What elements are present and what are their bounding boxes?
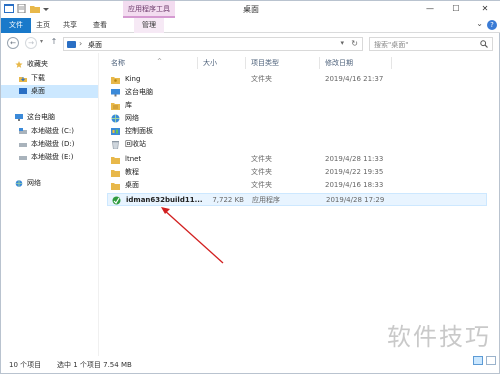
- user-folder-icon: [111, 77, 120, 84]
- breadcrumb[interactable]: 桌面: [88, 40, 102, 50]
- window-controls: — ☐ ✕: [417, 1, 500, 18]
- large-icons-view-icon[interactable]: [486, 356, 496, 365]
- sidebar-item-drive-e[interactable]: 本地磁盘 (E:): [1, 151, 98, 164]
- list-item[interactable]: 控制面板: [107, 125, 487, 138]
- sidebar-item-desktop[interactable]: 桌面: [1, 85, 98, 98]
- title-bar: 应用程序工具 桌面 — ☐ ✕: [1, 1, 500, 18]
- folder-icon: [111, 183, 120, 190]
- star-icon: [15, 61, 23, 68]
- search-input[interactable]: 搜索"桌面": [369, 37, 493, 51]
- item-count: 10 个项目: [9, 361, 42, 369]
- desktop-icon: [19, 88, 27, 94]
- sidebar-item-drive-d[interactable]: 本地磁盘 (D:): [1, 138, 98, 151]
- column-header-type[interactable]: 项目类型: [251, 57, 279, 69]
- network-icon: [111, 114, 120, 123]
- folder-icon: [111, 157, 120, 164]
- recycle-bin-icon: [112, 141, 119, 149]
- drive-icon: [19, 156, 27, 160]
- sidebar-item-network[interactable]: 网络: [1, 177, 98, 190]
- file-list: 名称 ^ 大小 项目类型 修改日期 King 文件夹 2019/4/16 21:37 …: [101, 53, 493, 356]
- tab-file[interactable]: 文件: [1, 18, 31, 33]
- list-item[interactable]: 回收站: [107, 138, 487, 151]
- search-icon[interactable]: [480, 40, 488, 48]
- help-icon[interactable]: ?: [487, 20, 497, 30]
- tab-view[interactable]: 查看: [87, 18, 113, 33]
- forward-button[interactable]: →: [25, 37, 37, 49]
- list-item[interactable]: 网络: [107, 112, 487, 125]
- library-icon: [111, 103, 120, 110]
- maximize-button[interactable]: ☐: [443, 1, 469, 18]
- list-item-selected[interactable]: idman632build11... 7,722 KB 应用程序 2019/4/28 …: [107, 193, 487, 206]
- minimize-button[interactable]: —: [417, 1, 443, 18]
- ribbon-tabs: 文件 主页 共享 查看 管理 ⌄ ?: [1, 18, 500, 33]
- folder-icon: [111, 170, 120, 177]
- watermark: 软件技巧: [387, 323, 491, 351]
- column-divider[interactable]: [197, 57, 198, 69]
- ribbon-expand-icon[interactable]: ⌄: [476, 19, 483, 28]
- status-bar: 10 个项目 选中 1 个项目 7.54 MB: [1, 356, 500, 374]
- column-divider[interactable]: [319, 57, 320, 69]
- up-button[interactable]: ↑: [48, 37, 60, 49]
- recent-locations-icon[interactable]: ▾: [40, 38, 43, 45]
- drive-icon: [19, 128, 27, 134]
- column-divider[interactable]: [391, 57, 392, 69]
- installer-icon: [112, 196, 121, 205]
- column-header-date[interactable]: 修改日期: [325, 57, 353, 69]
- details-view-icon[interactable]: [473, 356, 483, 365]
- tab-share[interactable]: 共享: [57, 18, 83, 33]
- chevron-down-icon[interactable]: ▾: [340, 39, 344, 47]
- tab-home[interactable]: 主页: [31, 18, 55, 33]
- list-item[interactable]: King 文件夹 2019/4/16 21:37: [107, 73, 487, 86]
- refresh-icon[interactable]: ↻: [351, 39, 358, 48]
- navigation-pane: 收藏夹 下载 桌面 这台电脑 本地磁盘 (C:) 本地磁盘 (D:) 本地磁盘 …: [1, 53, 99, 356]
- sidebar-item-this-pc[interactable]: 这台电脑: [1, 111, 98, 124]
- sort-arrow-icon: ^: [157, 58, 163, 65]
- computer-icon: [111, 89, 120, 97]
- download-icon: [19, 77, 27, 82]
- list-item[interactable]: 库: [107, 99, 487, 112]
- list-item[interactable]: 这台电脑: [107, 86, 487, 99]
- sidebar-item-drive-c[interactable]: 本地磁盘 (C:): [1, 125, 98, 138]
- sidebar-item-downloads[interactable]: 下载: [1, 72, 98, 85]
- list-item[interactable]: 桌面 文件夹 2019/4/16 18:33: [107, 179, 487, 192]
- desktop-icon: [67, 41, 76, 48]
- network-icon: [15, 180, 23, 187]
- search-placeholder: 搜索"桌面": [374, 41, 409, 49]
- address-bar[interactable]: › 桌面 ▾ ↻: [63, 37, 363, 51]
- explorer-window: 应用程序工具 桌面 — ☐ ✕ 文件 主页 共享 查看 管理 ⌄ ? ← → ▾…: [0, 0, 500, 374]
- tab-manage[interactable]: 管理: [134, 18, 164, 33]
- list-item[interactable]: ltnet 文件夹 2019/4/28 11:33: [107, 153, 487, 166]
- computer-icon: [15, 114, 23, 121]
- back-button[interactable]: ←: [7, 37, 19, 49]
- navigation-bar: ← → ▾ ↑ › 桌面 ▾ ↻ 搜索"桌面": [1, 34, 500, 53]
- selection-info: 选中 1 个项目 7.54 MB: [57, 361, 132, 369]
- close-button[interactable]: ✕: [469, 1, 500, 18]
- control-panel-icon: [111, 128, 120, 135]
- list-item[interactable]: 教程 文件夹 2019/4/22 19:35: [107, 166, 487, 179]
- column-header-size[interactable]: 大小: [203, 57, 217, 69]
- breadcrumb-separator[interactable]: ›: [79, 39, 82, 48]
- drive-icon: [19, 143, 27, 147]
- column-divider[interactable]: [245, 57, 246, 69]
- column-header-name[interactable]: 名称 ^: [111, 57, 162, 69]
- sidebar-item-favorites[interactable]: 收藏夹: [1, 58, 98, 71]
